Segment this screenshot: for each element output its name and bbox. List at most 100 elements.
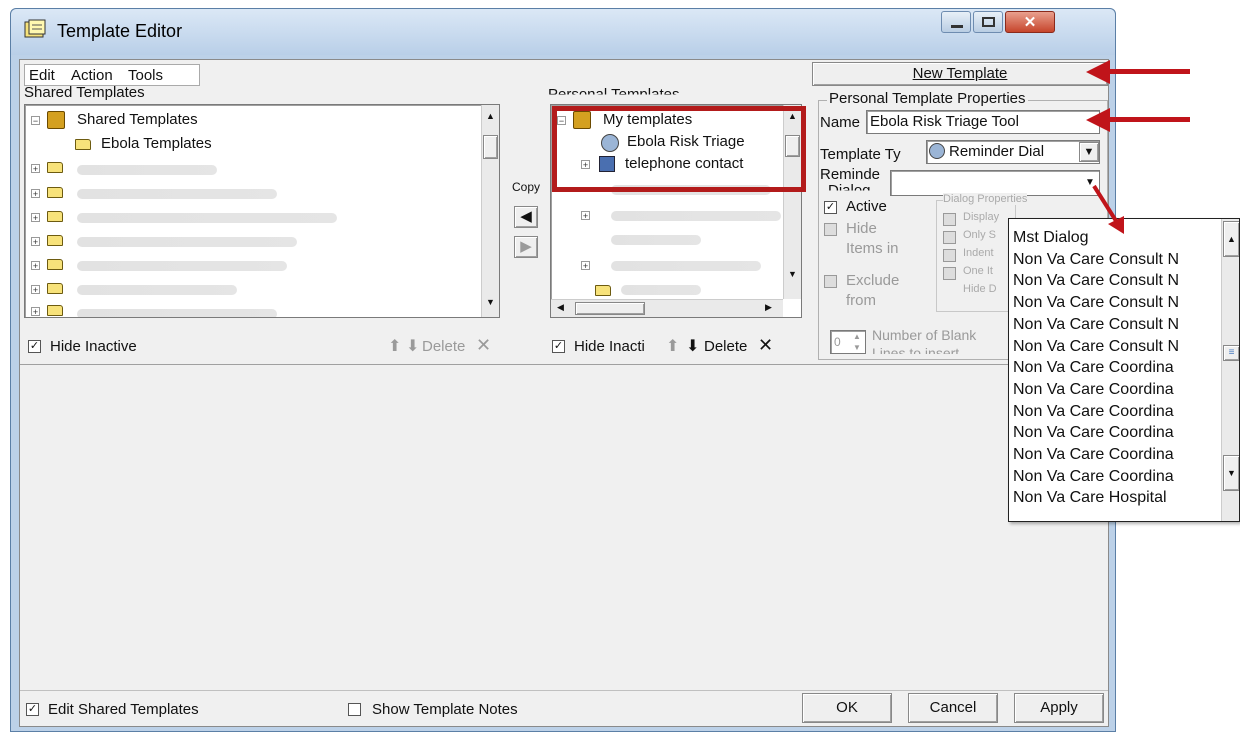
shared-root-label: Shared Templates (77, 111, 198, 128)
template-type-value: Reminder Dial (949, 143, 1045, 160)
cancel-button[interactable]: Cancel (908, 693, 998, 723)
blank-lines-label-2: Lines to insert (872, 345, 960, 354)
hscroll-thumb[interactable] (575, 302, 645, 315)
exclude-label-2: from (846, 292, 876, 309)
menu-action[interactable]: Action (71, 67, 113, 84)
shared-hide-inactive-row: ✓ Hide Inactive ⬆ ⬇ Delete ✕ (26, 335, 502, 360)
shared-root-icon (47, 111, 65, 129)
hide-items-checkbox[interactable] (824, 223, 837, 236)
dropdown-item[interactable]: Non Va Care Coordina (1013, 357, 1223, 379)
shared-tree-scrollbar[interactable]: ▲ ▼ (481, 105, 499, 317)
dropdown-item[interactable]: Non Va Care Coordina (1013, 466, 1223, 488)
copy-right-button[interactable]: ▶ (514, 236, 538, 258)
minimize-button[interactable] (941, 11, 971, 33)
move-up-icon[interactable]: ⬆ (388, 336, 401, 356)
cancel-label: Cancel (929, 699, 977, 716)
blank-lines-spinner[interactable]: 0 ▲ ▼ (830, 330, 866, 354)
scroll-up-icon[interactable]: ▲ (486, 111, 495, 121)
folder-icon (75, 139, 91, 150)
notes-panel (20, 364, 1108, 686)
delete-x-icon: ✕ (758, 335, 774, 355)
hide-inactive-checkbox[interactable]: ✓ (28, 340, 41, 353)
dropdown-item[interactable]: Non Va Care Coordina (1013, 422, 1223, 444)
annotation-arrow-name (1086, 108, 1190, 132)
edit-shared-checkbox[interactable]: ✓ (26, 703, 39, 716)
personal-delete-button[interactable]: Delete (704, 338, 747, 355)
redacted-personal-items: + + (571, 181, 781, 296)
template-type-select[interactable]: Reminder Dial ▼ (926, 140, 1100, 164)
dropdown-item[interactable]: Non Va Care Hospital (1013, 487, 1223, 509)
scroll-thumb[interactable]: ≡ (1223, 345, 1239, 361)
dropdown-item[interactable]: Non Va Care Consult N (1013, 314, 1223, 336)
dropdown-arrow-icon[interactable]: ▼ (1079, 142, 1099, 162)
copy-label: Copy (512, 180, 541, 194)
dropdown-item[interactable]: Non Va Care Coordina (1013, 444, 1223, 466)
reminder-dialog-dropdown-list[interactable]: Mst Dialog Non Va Care Consult N Non Va Ca… (1008, 218, 1240, 522)
dropdown-item[interactable]: Non Va Care Consult N (1013, 292, 1223, 314)
show-notes-checkbox[interactable] (348, 703, 361, 716)
menu-bar: Edit Action Tools (24, 64, 200, 86)
show-notes-label: Show Template Notes (372, 701, 518, 718)
blank-lines-label: Number of Blank Lines to insert (872, 326, 976, 354)
copy-left-button[interactable]: ◀ (514, 206, 538, 228)
spinner-arrows-icon[interactable]: ▲ ▼ (853, 331, 861, 353)
app-icon (23, 19, 47, 41)
dropdown-item[interactable]: Non Va Care Consult N (1013, 249, 1223, 271)
scroll-down-icon[interactable]: ▼ (486, 297, 495, 307)
name-input[interactable]: Ebola Risk Triage Tool (866, 110, 1100, 134)
indent-checkbox[interactable] (943, 249, 956, 262)
one-item-checkbox[interactable] (943, 267, 956, 280)
dropdown-item[interactable]: Non Va Care Coordina (1013, 379, 1223, 401)
active-label: Active (846, 198, 887, 215)
name-value: Ebola Risk Triage Tool (870, 113, 1019, 130)
ok-button[interactable]: OK (802, 693, 892, 723)
indent-label: Indent (963, 247, 994, 259)
move-down-icon[interactable]: ⬇ (686, 336, 699, 356)
apply-button[interactable]: Apply (1014, 693, 1104, 723)
scroll-up-icon[interactable]: ▲ (1223, 221, 1239, 257)
dropdown-item[interactable]: Non Va Care Consult N (1013, 336, 1223, 358)
maximize-button[interactable] (973, 11, 1003, 33)
move-up-icon[interactable]: ⬆ (666, 336, 679, 356)
dropdown-item[interactable]: Non Va Care Consult N (1013, 270, 1223, 292)
exclude-checkbox[interactable] (824, 275, 837, 288)
personal-tree-hscrollbar[interactable]: ◀ ▶ (551, 299, 783, 317)
arrow-right-icon: ▶ (520, 238, 532, 255)
scroll-right-icon[interactable]: ▶ (765, 302, 772, 313)
footer-bar: ✓ Edit Shared Templates Show Template No… (20, 690, 1108, 726)
ok-label: OK (836, 699, 858, 716)
display-label: Display (963, 211, 1000, 223)
dropdown-scrollbar[interactable]: ▲ ≡ ▼ (1221, 219, 1239, 521)
new-template-button[interactable]: New Template (812, 62, 1108, 86)
active-checkbox[interactable]: ✓ (824, 201, 837, 214)
scroll-thumb[interactable] (483, 135, 498, 159)
annotation-arrow-new-template (1086, 60, 1190, 84)
scroll-down-icon[interactable]: ▼ (788, 269, 797, 279)
collapse-icon: − (31, 116, 40, 126)
menu-edit[interactable]: Edit (29, 67, 55, 84)
close-button[interactable]: ✕ (1005, 11, 1055, 33)
personal-hide-inactive-checkbox[interactable]: ✓ (552, 340, 565, 353)
menu-tools[interactable]: Tools (128, 67, 163, 84)
personal-hide-inactive-row: ✓ Hide Inacti ⬆ ⬇ Delete ✕ (552, 335, 812, 360)
edit-shared-label: Edit Shared Templates (48, 701, 199, 718)
personal-templates-header: Personal Templates (548, 86, 680, 103)
hide-d-label: Hide D (963, 283, 997, 295)
arrow-left-icon: ◀ (520, 208, 532, 225)
only-label: Only S (963, 229, 997, 241)
personal-hide-inactive-label: Hide Inacti (574, 338, 645, 355)
close-icon: ✕ (1023, 14, 1037, 31)
hide-items-label-2: Items in (846, 240, 899, 257)
only-checkbox[interactable] (943, 231, 956, 244)
move-down-icon[interactable]: ⬇ (406, 336, 419, 356)
scroll-left-icon[interactable]: ◀ (557, 302, 564, 313)
shared-templates-tree[interactable]: − Shared Templates Ebola Templates + + +… (24, 104, 500, 318)
scroll-down-icon[interactable]: ▼ (1223, 455, 1239, 491)
shared-delete-button[interactable]: Delete (422, 338, 465, 355)
dialog-properties-group: Dialog Properties Display Only S Indent … (936, 193, 1028, 312)
dropdown-items: Mst Dialog Non Va Care Consult N Non Va Ca… (1013, 227, 1223, 509)
dropdown-item[interactable]: Non Va Care Coordina (1013, 401, 1223, 423)
title-bar[interactable]: Template Editor ✕ (11, 9, 1115, 55)
display-checkbox[interactable] (943, 213, 956, 226)
highlight-box (552, 106, 806, 192)
